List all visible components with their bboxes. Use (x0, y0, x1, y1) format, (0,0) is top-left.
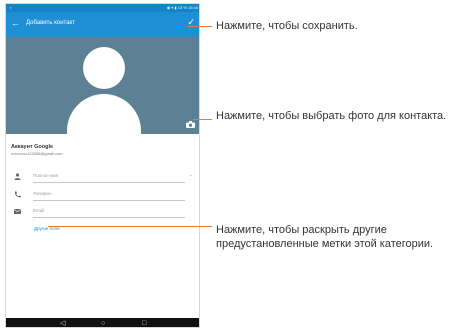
email-icon (14, 209, 21, 214)
field-underline (33, 200, 185, 201)
camera-icon[interactable] (186, 121, 195, 128)
annotation-more: Нажмите, чтобы раскрыть другие предустан… (216, 224, 434, 250)
page-title: Добавить контакт (26, 20, 75, 26)
navigation-bar: ◁ ○ □ (6, 318, 199, 327)
phone-placeholder: Телефон (33, 191, 52, 196)
full-name-placeholder: Полное имя (33, 173, 59, 178)
callout-line-photo (193, 119, 212, 120)
phone-icon (14, 191, 21, 198)
nav-back-icon[interactable]: ◁ (60, 319, 65, 327)
callout-line-save (188, 26, 212, 27)
annotation-save: Нажмите, чтобы сохранить. (216, 20, 358, 32)
callout-line-more (48, 226, 212, 227)
annotation-photo: Нажмите, чтобы выбрать фото для контакта… (216, 110, 447, 122)
status-right: ◉ ▾ ▮ 18 % 15:46 (167, 5, 198, 10)
notification-icon: ▪ (10, 5, 12, 10)
avatar-head (83, 47, 125, 89)
phone-field[interactable]: Телефон (14, 190, 194, 202)
status-bar: ▪ ◉ ▾ ▮ 18 % 15:46 (6, 4, 199, 12)
email-field[interactable]: Email (14, 207, 194, 219)
back-arrow-icon[interactable]: ← (11, 18, 20, 28)
clock: 15:46 (187, 5, 198, 10)
avatar-body (67, 94, 141, 134)
signal-icon: ◉ ▾ ▮ (166, 5, 177, 10)
account-info: Аккаунт Google xxxxxxxx123456@gmail.com (11, 144, 63, 156)
nav-home-icon[interactable]: ○ (101, 319, 105, 327)
tablet-screen: ▪ ◉ ▾ ▮ 18 % 15:46 ← Добавить контакт ✓ … (5, 3, 200, 328)
chevron-down-icon[interactable]: ⌄ (189, 172, 193, 178)
contact-photo-area[interactable] (6, 37, 199, 134)
app-bar: ← Добавить контакт ✓ (6, 12, 199, 37)
field-underline (33, 182, 185, 183)
person-icon (14, 173, 21, 180)
email-placeholder: Email (33, 208, 45, 213)
field-underline (33, 217, 185, 218)
nav-recents-icon[interactable]: □ (142, 319, 146, 327)
account-title: Аккаунт Google (11, 144, 54, 150)
full-name-field[interactable]: Полное имя ⌄ (14, 172, 194, 184)
account-email: xxxxxxxx123456@gmail.com (11, 151, 63, 156)
battery-text: 18 % (177, 5, 187, 10)
